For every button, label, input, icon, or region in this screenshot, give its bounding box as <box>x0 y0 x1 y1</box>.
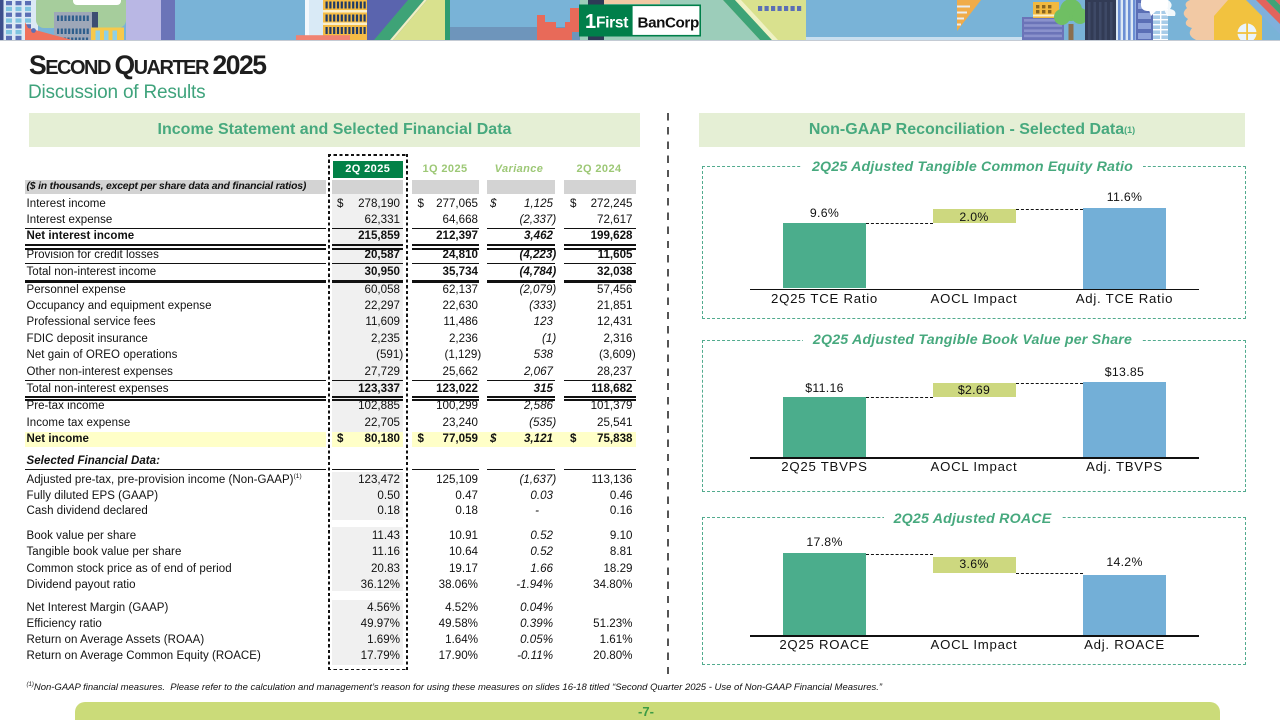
svg-text:BanCorp: BanCorp <box>638 15 699 32</box>
svg-text:First: First <box>596 15 628 32</box>
svg-text:1: 1 <box>585 11 596 33</box>
